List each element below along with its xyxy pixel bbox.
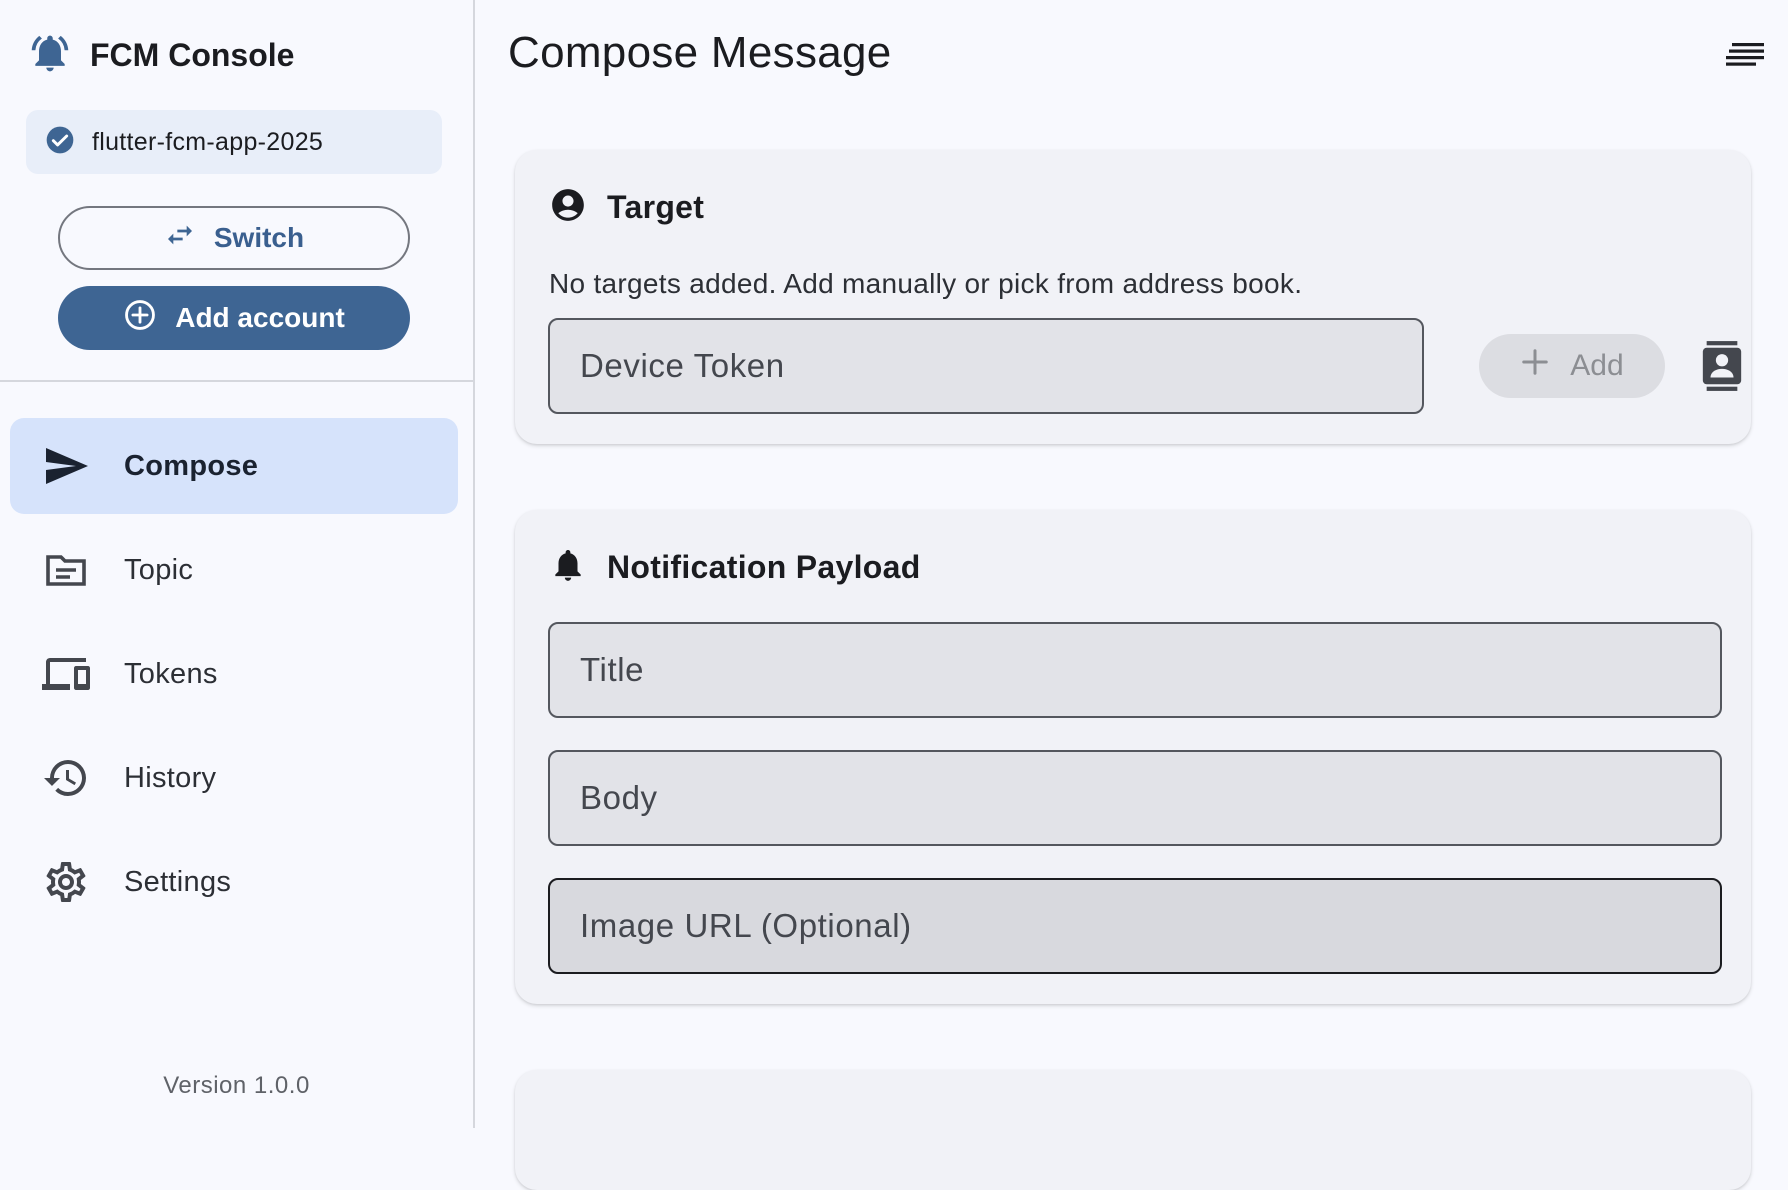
topic-icon: [10, 546, 114, 594]
sidebar-item-compose[interactable]: Compose: [10, 418, 458, 514]
sidebar-item-tokens[interactable]: Tokens: [10, 626, 458, 722]
account-circle-icon: [549, 186, 587, 229]
body-placeholder: Body: [580, 779, 658, 816]
main-content: Compose Message Target No targets added.…: [475, 0, 1788, 1190]
target-card-title: Target: [607, 189, 705, 225]
contacts-icon: [1699, 341, 1745, 396]
menu-lines-icon: [1726, 43, 1766, 74]
add-account-button[interactable]: Add account: [58, 286, 410, 350]
sidebar-item-settings[interactable]: Settings: [10, 834, 458, 930]
plus-icon: [1520, 347, 1570, 385]
brand: FCM Console: [28, 30, 294, 80]
image-url-placeholder: Image URL (Optional): [580, 907, 912, 944]
switch-account-label: Switch: [213, 222, 305, 253]
next-section-card: [515, 1070, 1751, 1190]
sidebar-item-history[interactable]: History: [10, 730, 458, 826]
bell-icon: [28, 31, 72, 80]
sidebar-item-label: Settings: [124, 865, 232, 898]
swap-icon: [164, 219, 214, 258]
sidebar-item-topic[interactable]: Topic: [10, 522, 458, 618]
switch-account-button[interactable]: Switch: [58, 206, 410, 270]
title-placeholder: Title: [580, 651, 645, 688]
sidebar-item-label: History: [124, 761, 217, 794]
notification-payload-card: Notification Payload Title Body Image UR…: [515, 510, 1751, 1004]
add-target-label: Add: [1570, 349, 1624, 382]
app-title: FCM Console: [90, 36, 295, 73]
target-card: Target No targets added. Add manually or…: [515, 150, 1751, 444]
menu-button[interactable]: [1726, 38, 1766, 70]
no-targets-message: No targets added. Add manually or pick f…: [549, 268, 1303, 299]
title-input[interactable]: Title: [548, 622, 1722, 718]
sidebar-item-label: Topic: [124, 553, 194, 586]
sidebar-divider: [0, 380, 473, 382]
notification-card-header: Notification Payload: [549, 546, 921, 589]
add-circle-icon: [123, 298, 175, 339]
image-url-input[interactable]: Image URL (Optional): [548, 878, 1722, 974]
sidebar: FCM Console flutter-fcm-app-2025 Switch …: [0, 0, 475, 1128]
send-icon: [10, 442, 114, 490]
history-icon: [10, 754, 114, 802]
body-input[interactable]: Body: [548, 750, 1722, 846]
add-target-button[interactable]: Add: [1479, 334, 1665, 398]
project-name: flutter-fcm-app-2025: [92, 127, 324, 156]
device-token-input[interactable]: Device Token: [548, 318, 1424, 414]
address-book-button[interactable]: [1699, 340, 1751, 396]
sidebar-item-label: Tokens: [124, 657, 218, 690]
sidebar-nav: Compose Topic Tokens History Settings: [10, 418, 458, 938]
device-token-placeholder: Device Token: [580, 347, 785, 384]
devices-icon: [10, 650, 114, 698]
version-label: Version 1.0.0: [163, 1072, 310, 1099]
bell-icon: [549, 546, 587, 589]
target-card-header: Target: [549, 186, 704, 229]
check-circle-icon: [44, 124, 76, 161]
add-account-label: Add account: [175, 302, 345, 333]
current-project-chip[interactable]: flutter-fcm-app-2025: [26, 110, 442, 174]
gear-icon: [10, 858, 114, 906]
sidebar-item-label: Compose: [124, 449, 259, 482]
notification-card-title: Notification Payload: [607, 549, 921, 585]
page-title: Compose Message: [508, 28, 892, 77]
